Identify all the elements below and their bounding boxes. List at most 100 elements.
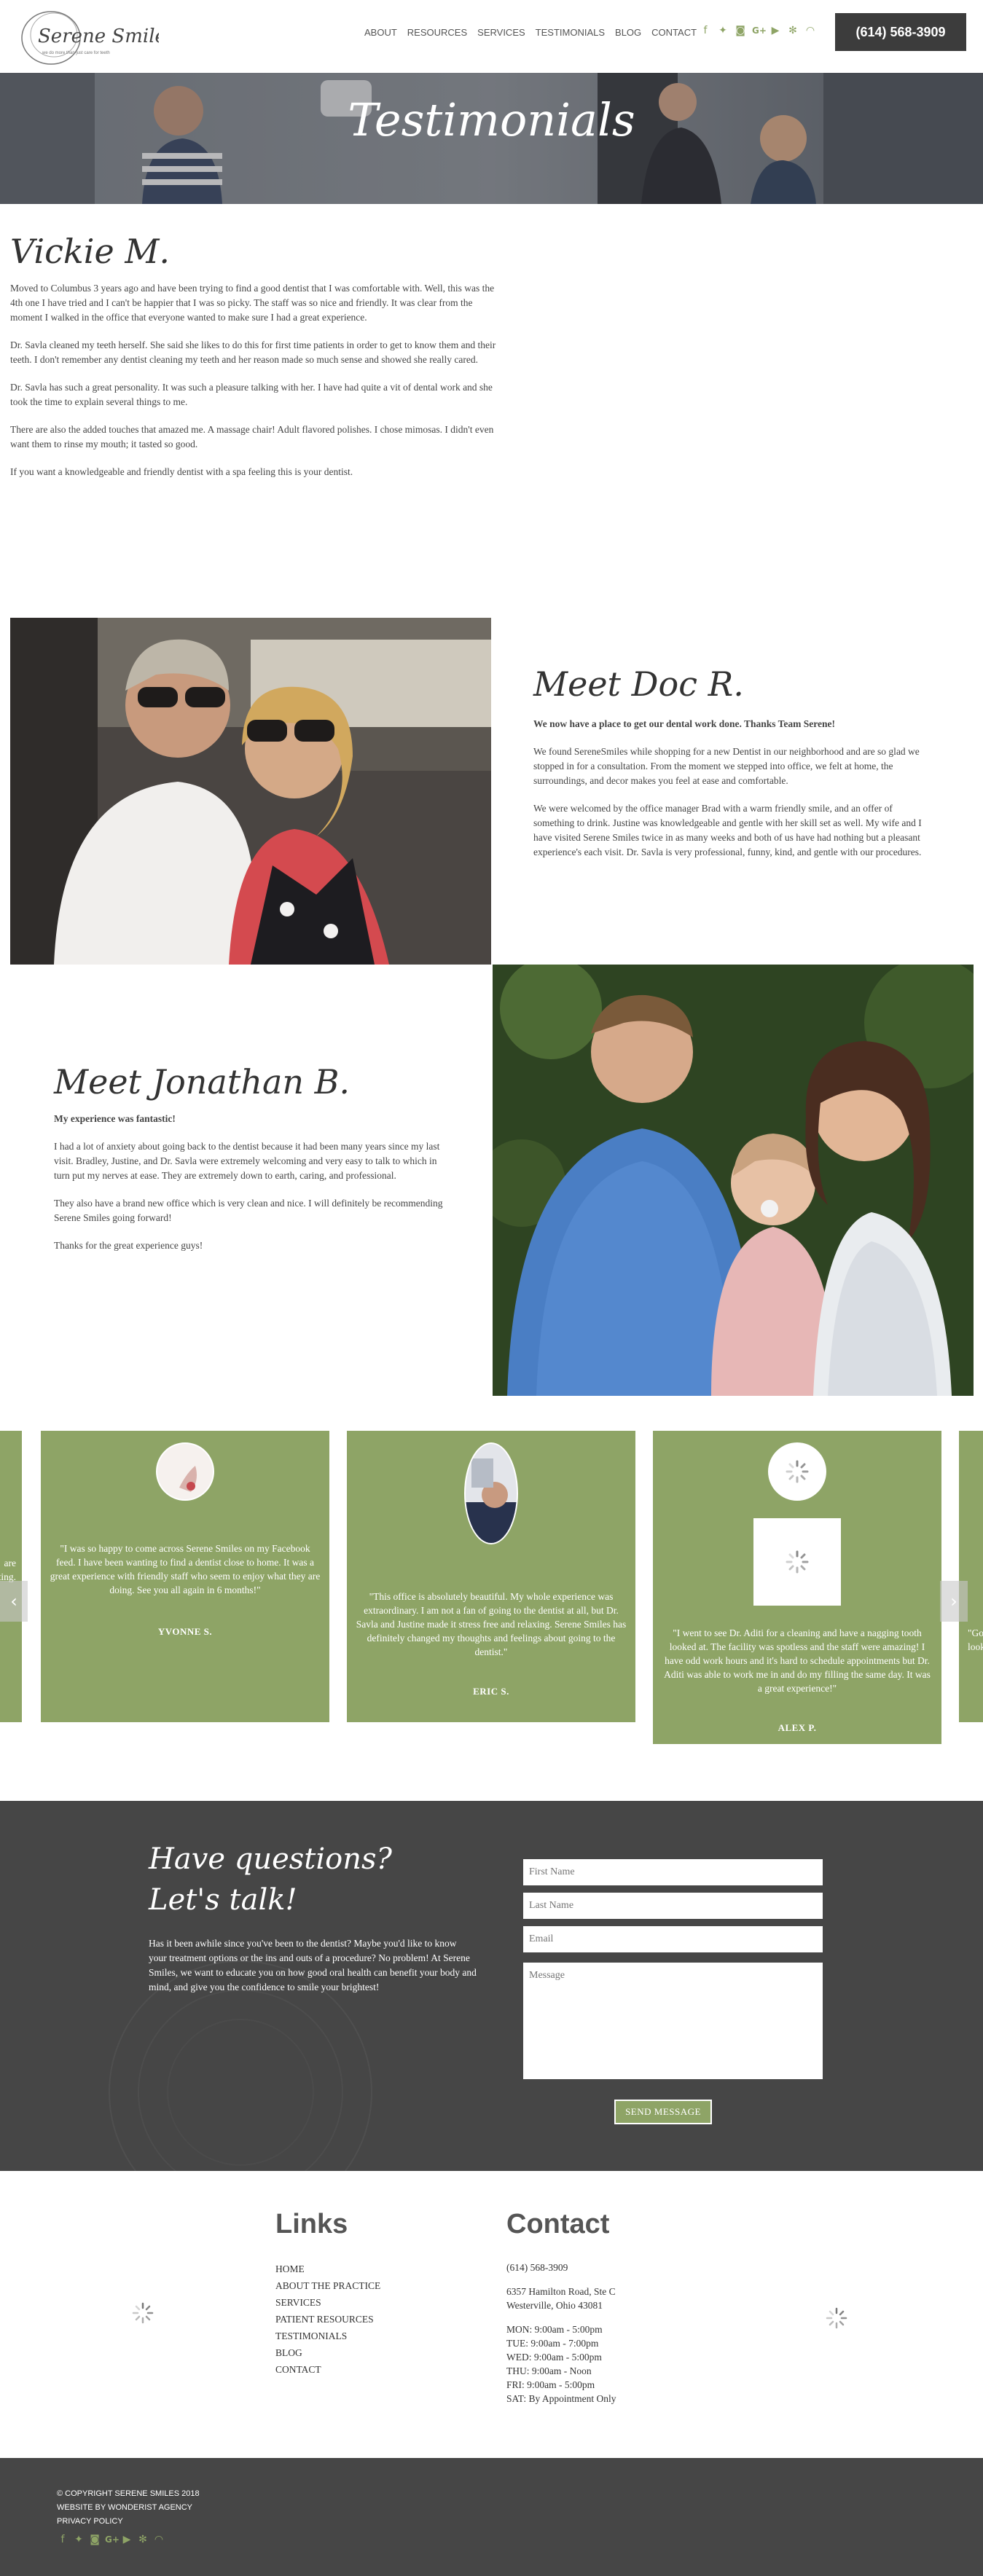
carousel-card: "I was so happy to come across Serene Sm… bbox=[41, 1431, 329, 1722]
testimonial-name: Meet Jonathan B. bbox=[54, 1062, 350, 1102]
footer-link-testimonials[interactable]: TESTIMONIALS bbox=[275, 2328, 479, 2344]
nav-about[interactable]: ABOUT bbox=[364, 27, 397, 38]
hours-line: WED: 9:00am - 5:00pm bbox=[506, 2352, 602, 2363]
rss-icon[interactable]: ◠ bbox=[804, 25, 816, 36]
copyright-text: © COPYRIGHT SERENE SMILES 2018 bbox=[57, 2489, 200, 2498]
yelp-icon[interactable]: ✻ bbox=[787, 25, 799, 36]
footer-links-list: HOME ABOUT THE PRACTICE SERVICES PATIENT… bbox=[275, 2261, 479, 2378]
twitter-icon[interactable]: ✦ bbox=[717, 25, 729, 36]
page-title: Testimonials bbox=[348, 93, 635, 146]
email-field[interactable] bbox=[523, 1926, 823, 1952]
loading-spinner-icon bbox=[786, 1550, 809, 1574]
card-quote-fragment: are bbox=[4, 1558, 16, 1568]
loading-spinner-icon bbox=[786, 1460, 809, 1483]
card-quote-fragment: look bbox=[968, 1641, 983, 1652]
testimonial-doc-r: Meet Doc R. We now have a place to get o… bbox=[533, 664, 927, 873]
message-field[interactable] bbox=[523, 1963, 823, 2079]
decorative-swirl-background bbox=[109, 1960, 372, 2171]
card-quote: "This office is absolutely beautiful. My… bbox=[356, 1591, 627, 1657]
footer-link-blog[interactable]: BLOG bbox=[275, 2344, 479, 2361]
social-links-top: f ✦ ◙ G+ ▶ ✻ ◠ bbox=[700, 25, 816, 36]
instagram-icon[interactable]: ◙ bbox=[89, 2534, 101, 2545]
nav-testimonials[interactable]: TESTIMONIALS bbox=[536, 27, 605, 38]
privacy-policy-link[interactable]: PRIVACY POLICY bbox=[57, 2515, 200, 2529]
main-nav: ABOUT RESOURCES SERVICES TESTIMONIALS BL… bbox=[364, 27, 697, 38]
first-name-field[interactable] bbox=[523, 1859, 823, 1885]
contact-section-title: Have questions? Let's talk! bbox=[149, 1842, 392, 1917]
instagram-icon[interactable]: ◙ bbox=[735, 25, 746, 36]
loading-spinner-icon bbox=[132, 2302, 154, 2324]
card-quote-fragment: "Go bbox=[968, 1627, 983, 1638]
site-header: Serene Smiles we do more than just care … bbox=[0, 0, 983, 73]
card-quote: "I was so happy to come across Serene Sm… bbox=[50, 1543, 321, 1595]
hero-banner: Testimonials bbox=[0, 73, 983, 204]
svg-text:we do more than just care for: we do more than just care for teeth bbox=[42, 51, 110, 55]
testimonial-lead: My experience was fantastic! bbox=[54, 1113, 176, 1124]
google-plus-icon[interactable]: G+ bbox=[105, 2534, 120, 2545]
carousel-card: "I went to see Dr. Aditi for a cleaning … bbox=[653, 1431, 941, 1744]
image-loading bbox=[753, 1518, 841, 1606]
social-links-bottom: f ✦ ◙ G+ ▶ ✻ ◠ bbox=[57, 2534, 165, 2545]
footer-links-column: Links HOME ABOUT THE PRACTICE SERVICES P… bbox=[275, 2209, 479, 2378]
testimonial-lead: We now have a place to get our dental wo… bbox=[533, 718, 836, 729]
nav-services[interactable]: SERVICES bbox=[477, 27, 525, 38]
testimonial-carousel: are ting. "I was so happy to come across… bbox=[0, 1431, 983, 1748]
card-quote: "I went to see Dr. Aditi for a cleaning … bbox=[664, 1627, 931, 1694]
nav-blog[interactable]: BLOG bbox=[615, 27, 641, 38]
yelp-icon[interactable]: ✻ bbox=[137, 2534, 149, 2545]
last-name-field[interactable] bbox=[523, 1893, 823, 1919]
send-message-button[interactable]: SEND MESSAGE bbox=[614, 2100, 712, 2124]
twitter-icon[interactable]: ✦ bbox=[73, 2534, 85, 2545]
testimonial-vickie: Vickie M. Moved to Columbus 3 years ago … bbox=[10, 232, 498, 492]
testimonial-paragraph: They also have a brand new office which … bbox=[54, 1198, 443, 1223]
footer-address-line: 6357 Hamilton Road, Ste C bbox=[506, 2286, 616, 2297]
bottom-bar: © COPYRIGHT SERENE SMILES 2018 WEBSITE B… bbox=[0, 2458, 983, 2576]
testimonial-name: Vickie M. bbox=[10, 232, 171, 271]
testimonial-name: Meet Doc R. bbox=[533, 664, 744, 704]
testimonial-paragraph: I had a lot of anxiety about going back … bbox=[54, 1141, 440, 1181]
youtube-icon[interactable]: ▶ bbox=[121, 2534, 133, 2545]
card-author: ERIC S. bbox=[473, 1686, 509, 1697]
carousel-card: "This office is absolutely beautiful. My… bbox=[347, 1431, 635, 1722]
youtube-icon[interactable]: ▶ bbox=[769, 25, 781, 36]
footer-address-line: Westerville, Ohio 43081 bbox=[506, 2300, 603, 2311]
phone-button[interactable]: (614) 568-3909 bbox=[835, 13, 966, 51]
testimonial-paragraph: There are also the added touches that am… bbox=[10, 424, 494, 449]
testimonial-paragraph: Dr. Savla has such a great personality. … bbox=[10, 382, 493, 407]
testimonial-paragraph: If you want a knowledgeable and friendly… bbox=[10, 466, 353, 477]
rss-icon[interactable]: ◠ bbox=[153, 2534, 165, 2545]
avatar-loading bbox=[768, 1442, 826, 1501]
links-heading: Links bbox=[275, 2209, 348, 2239]
testimonial-paragraph: We found SereneSmiles while shopping for… bbox=[533, 746, 920, 786]
agency-credit-link[interactable]: WEBSITE BY WONDERIST AGENCY bbox=[57, 2501, 200, 2515]
footer-link-patient-resources[interactable]: PATIENT RESOURCES bbox=[275, 2311, 479, 2328]
nav-contact[interactable]: CONTACT bbox=[651, 27, 697, 38]
footer-link-services[interactable]: SERVICES bbox=[275, 2294, 479, 2311]
footer-phone[interactable]: (614) 568-3909 bbox=[506, 2261, 710, 2274]
contact-section: Have questions? Let's talk! Has it been … bbox=[0, 1801, 983, 2171]
facebook-icon[interactable]: f bbox=[700, 25, 711, 36]
facebook-icon[interactable]: f bbox=[57, 2534, 68, 2545]
google-plus-icon[interactable]: G+ bbox=[752, 25, 767, 36]
hours-line: THU: 9:00am - Noon bbox=[506, 2365, 592, 2376]
testimonial-paragraph: Thanks for the great experience guys! bbox=[54, 1240, 203, 1251]
carousel-card-partial-left: are ting. bbox=[0, 1431, 22, 1722]
carousel-card-partial-right: "Go look bbox=[959, 1431, 983, 1722]
site-logo[interactable]: Serene Smiles we do more than just care … bbox=[16, 6, 176, 67]
footer-link-home[interactable]: HOME bbox=[275, 2261, 479, 2277]
footer-link-about[interactable]: ABOUT THE PRACTICE bbox=[275, 2277, 479, 2294]
footer-link-contact[interactable]: CONTACT bbox=[275, 2361, 479, 2378]
jonathan-family-photo bbox=[478, 957, 983, 1396]
hours-line: MON: 9:00am - 5:00pm bbox=[506, 2324, 603, 2335]
svg-text:Serene Smiles: Serene Smiles bbox=[38, 25, 159, 47]
loading-spinner-icon bbox=[826, 2307, 847, 2329]
carousel-next-button[interactable]: › bbox=[940, 1581, 968, 1622]
testimonial-paragraph: Dr. Savla cleaned my teeth herself. She … bbox=[10, 339, 496, 365]
avatar bbox=[464, 1442, 518, 1544]
carousel-prev-button[interactable]: ‹ bbox=[0, 1581, 28, 1622]
avatar bbox=[156, 1442, 214, 1501]
contact-section-body: Has it been awhile since you've been to … bbox=[149, 1938, 477, 1992]
hours-line: FRI: 9:00am - 5:00pm bbox=[506, 2379, 595, 2390]
bottom-bar-text: © COPYRIGHT SERENE SMILES 2018 WEBSITE B… bbox=[57, 2487, 200, 2529]
nav-resources[interactable]: RESOURCES bbox=[407, 27, 467, 38]
